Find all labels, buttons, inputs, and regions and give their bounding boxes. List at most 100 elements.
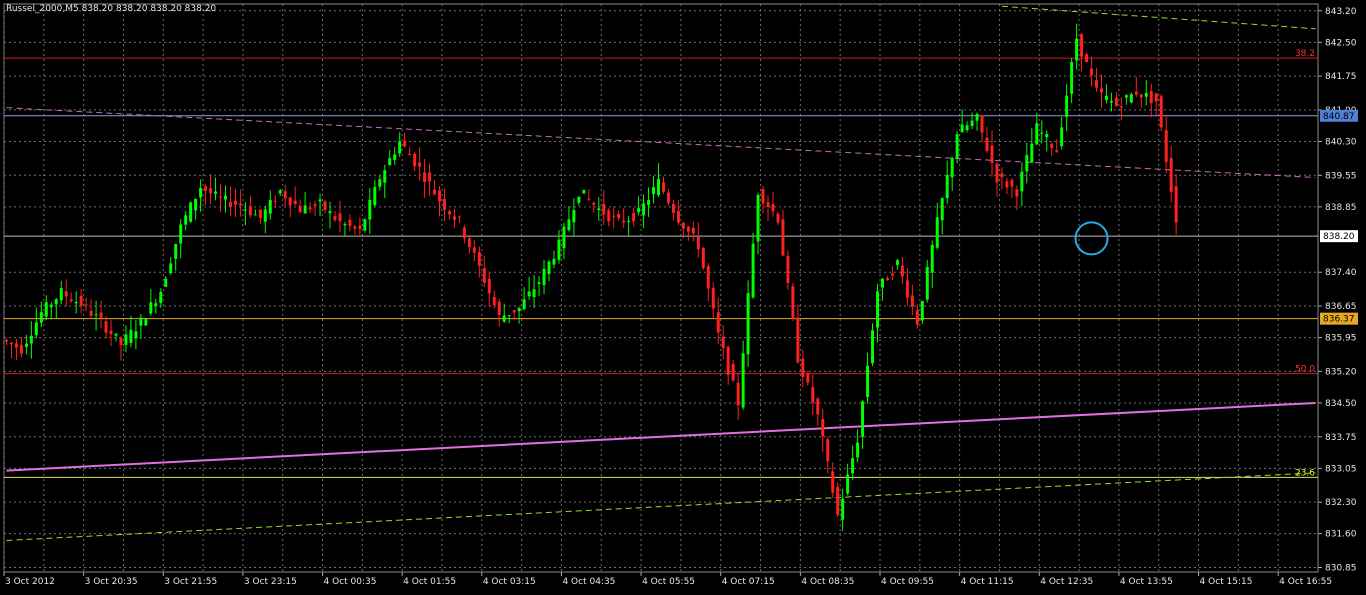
- candle-body: [1169, 158, 1173, 192]
- candle-body: [726, 346, 730, 375]
- candle-body: [1090, 68, 1094, 76]
- candle-body: [74, 301, 78, 304]
- candle-body: [856, 442, 860, 458]
- candle-body: [149, 302, 153, 314]
- candle-body: [1045, 134, 1049, 138]
- candle-body: [408, 153, 412, 156]
- candle-body: [283, 191, 287, 199]
- candle-body: [756, 194, 760, 242]
- candle-body: [94, 314, 98, 316]
- candle-body: [497, 301, 501, 316]
- candle-body: [632, 213, 636, 222]
- candle-body: [338, 213, 342, 222]
- candle-body: [885, 278, 889, 281]
- plot-frame: [3, 3, 1319, 573]
- candle-body: [418, 162, 422, 167]
- candle-body: [293, 200, 297, 205]
- y-tick-label: 831.60: [1325, 530, 1357, 540]
- candle-body: [248, 206, 252, 216]
- candle-body: [587, 198, 591, 200]
- candle-body: [353, 226, 357, 229]
- candle-body: [1010, 180, 1014, 187]
- candle-body: [318, 199, 322, 202]
- candle-body: [1070, 62, 1074, 94]
- candle-body: [1025, 155, 1029, 172]
- candle-body: [642, 203, 646, 216]
- candle-body: [657, 178, 661, 196]
- candle-body: [343, 223, 347, 226]
- candle-body: [1040, 132, 1044, 134]
- candle-body: [791, 286, 795, 319]
- candle-body: [64, 291, 68, 297]
- trendline: [6, 107, 1316, 179]
- candle-body: [861, 401, 865, 437]
- candle-body: [1050, 144, 1054, 149]
- candle-body: [701, 248, 705, 268]
- candle-body: [1060, 127, 1064, 147]
- candle-body: [1085, 54, 1089, 62]
- candle-body: [995, 163, 999, 183]
- y-tick-label: 833.75: [1325, 433, 1357, 443]
- candle-body: [801, 358, 805, 377]
- candle-body: [1015, 189, 1019, 197]
- candle-body: [1065, 95, 1069, 117]
- candle-body: [786, 256, 790, 283]
- candle-body: [1114, 97, 1118, 106]
- x-tick-label: 4 Oct 11:15: [961, 577, 1014, 587]
- candle-body: [238, 203, 242, 206]
- candle-body: [960, 124, 964, 133]
- candle-body: [1104, 95, 1108, 100]
- candle-body: [134, 331, 138, 339]
- candle-body: [89, 310, 93, 316]
- candle-body: [313, 204, 317, 206]
- candle-body: [1144, 92, 1148, 97]
- candle-body: [711, 287, 715, 309]
- candle-body: [99, 312, 103, 318]
- candle-body: [895, 260, 899, 265]
- candle-body: [876, 291, 880, 328]
- candle-body: [308, 207, 312, 210]
- candle-body: [129, 329, 133, 343]
- y-tick-label: 832.30: [1325, 498, 1357, 508]
- candle-body: [502, 315, 506, 322]
- candle-body: [253, 214, 257, 216]
- candle-body: [228, 201, 232, 208]
- x-tick-label: 4 Oct 13:55: [1120, 577, 1173, 587]
- candle-body: [1030, 143, 1034, 163]
- candle-body: [9, 342, 13, 345]
- candle-body: [4, 339, 8, 342]
- candle-body: [552, 258, 556, 265]
- candle-body: [1099, 88, 1103, 93]
- candle-body: [109, 330, 113, 335]
- candle-body: [84, 304, 88, 306]
- candle-body: [925, 267, 929, 300]
- candle-body: [557, 239, 561, 260]
- x-tick-label: 3 Oct 21:55: [164, 577, 217, 587]
- x-tick-label: 4 Oct 09:55: [881, 577, 934, 587]
- candle-body: [472, 247, 476, 253]
- price-chart[interactable]: 843.20842.50841.75841.00840.30839.55838.…: [0, 0, 1366, 591]
- candle-body: [602, 204, 606, 215]
- candle-body: [761, 189, 765, 204]
- candle-body: [836, 486, 840, 515]
- candle-body: [512, 310, 516, 313]
- chart-canvas[interactable]: 843.20842.50841.75841.00840.30839.55838.…: [0, 0, 1366, 591]
- candle-body: [184, 215, 188, 225]
- candle-body: [612, 215, 616, 217]
- candle-body: [219, 196, 223, 198]
- x-tick-label: 4 Oct 08:35: [801, 577, 854, 587]
- candle-body: [59, 288, 63, 301]
- candle-body: [348, 219, 352, 226]
- candle-body: [303, 205, 307, 214]
- candle-body: [144, 319, 148, 326]
- candle-body: [781, 219, 785, 256]
- x-tick-label: 4 Oct 15:15: [1200, 577, 1253, 587]
- y-tick-label: 838.85: [1325, 203, 1357, 213]
- candle-body: [647, 200, 651, 206]
- candle-body: [821, 419, 825, 437]
- y-tick-label: 834.50: [1325, 399, 1357, 409]
- candle-body: [438, 190, 442, 202]
- candle-body: [169, 263, 173, 274]
- candle-body: [567, 219, 571, 231]
- y-tick-label: 841.75: [1325, 72, 1357, 82]
